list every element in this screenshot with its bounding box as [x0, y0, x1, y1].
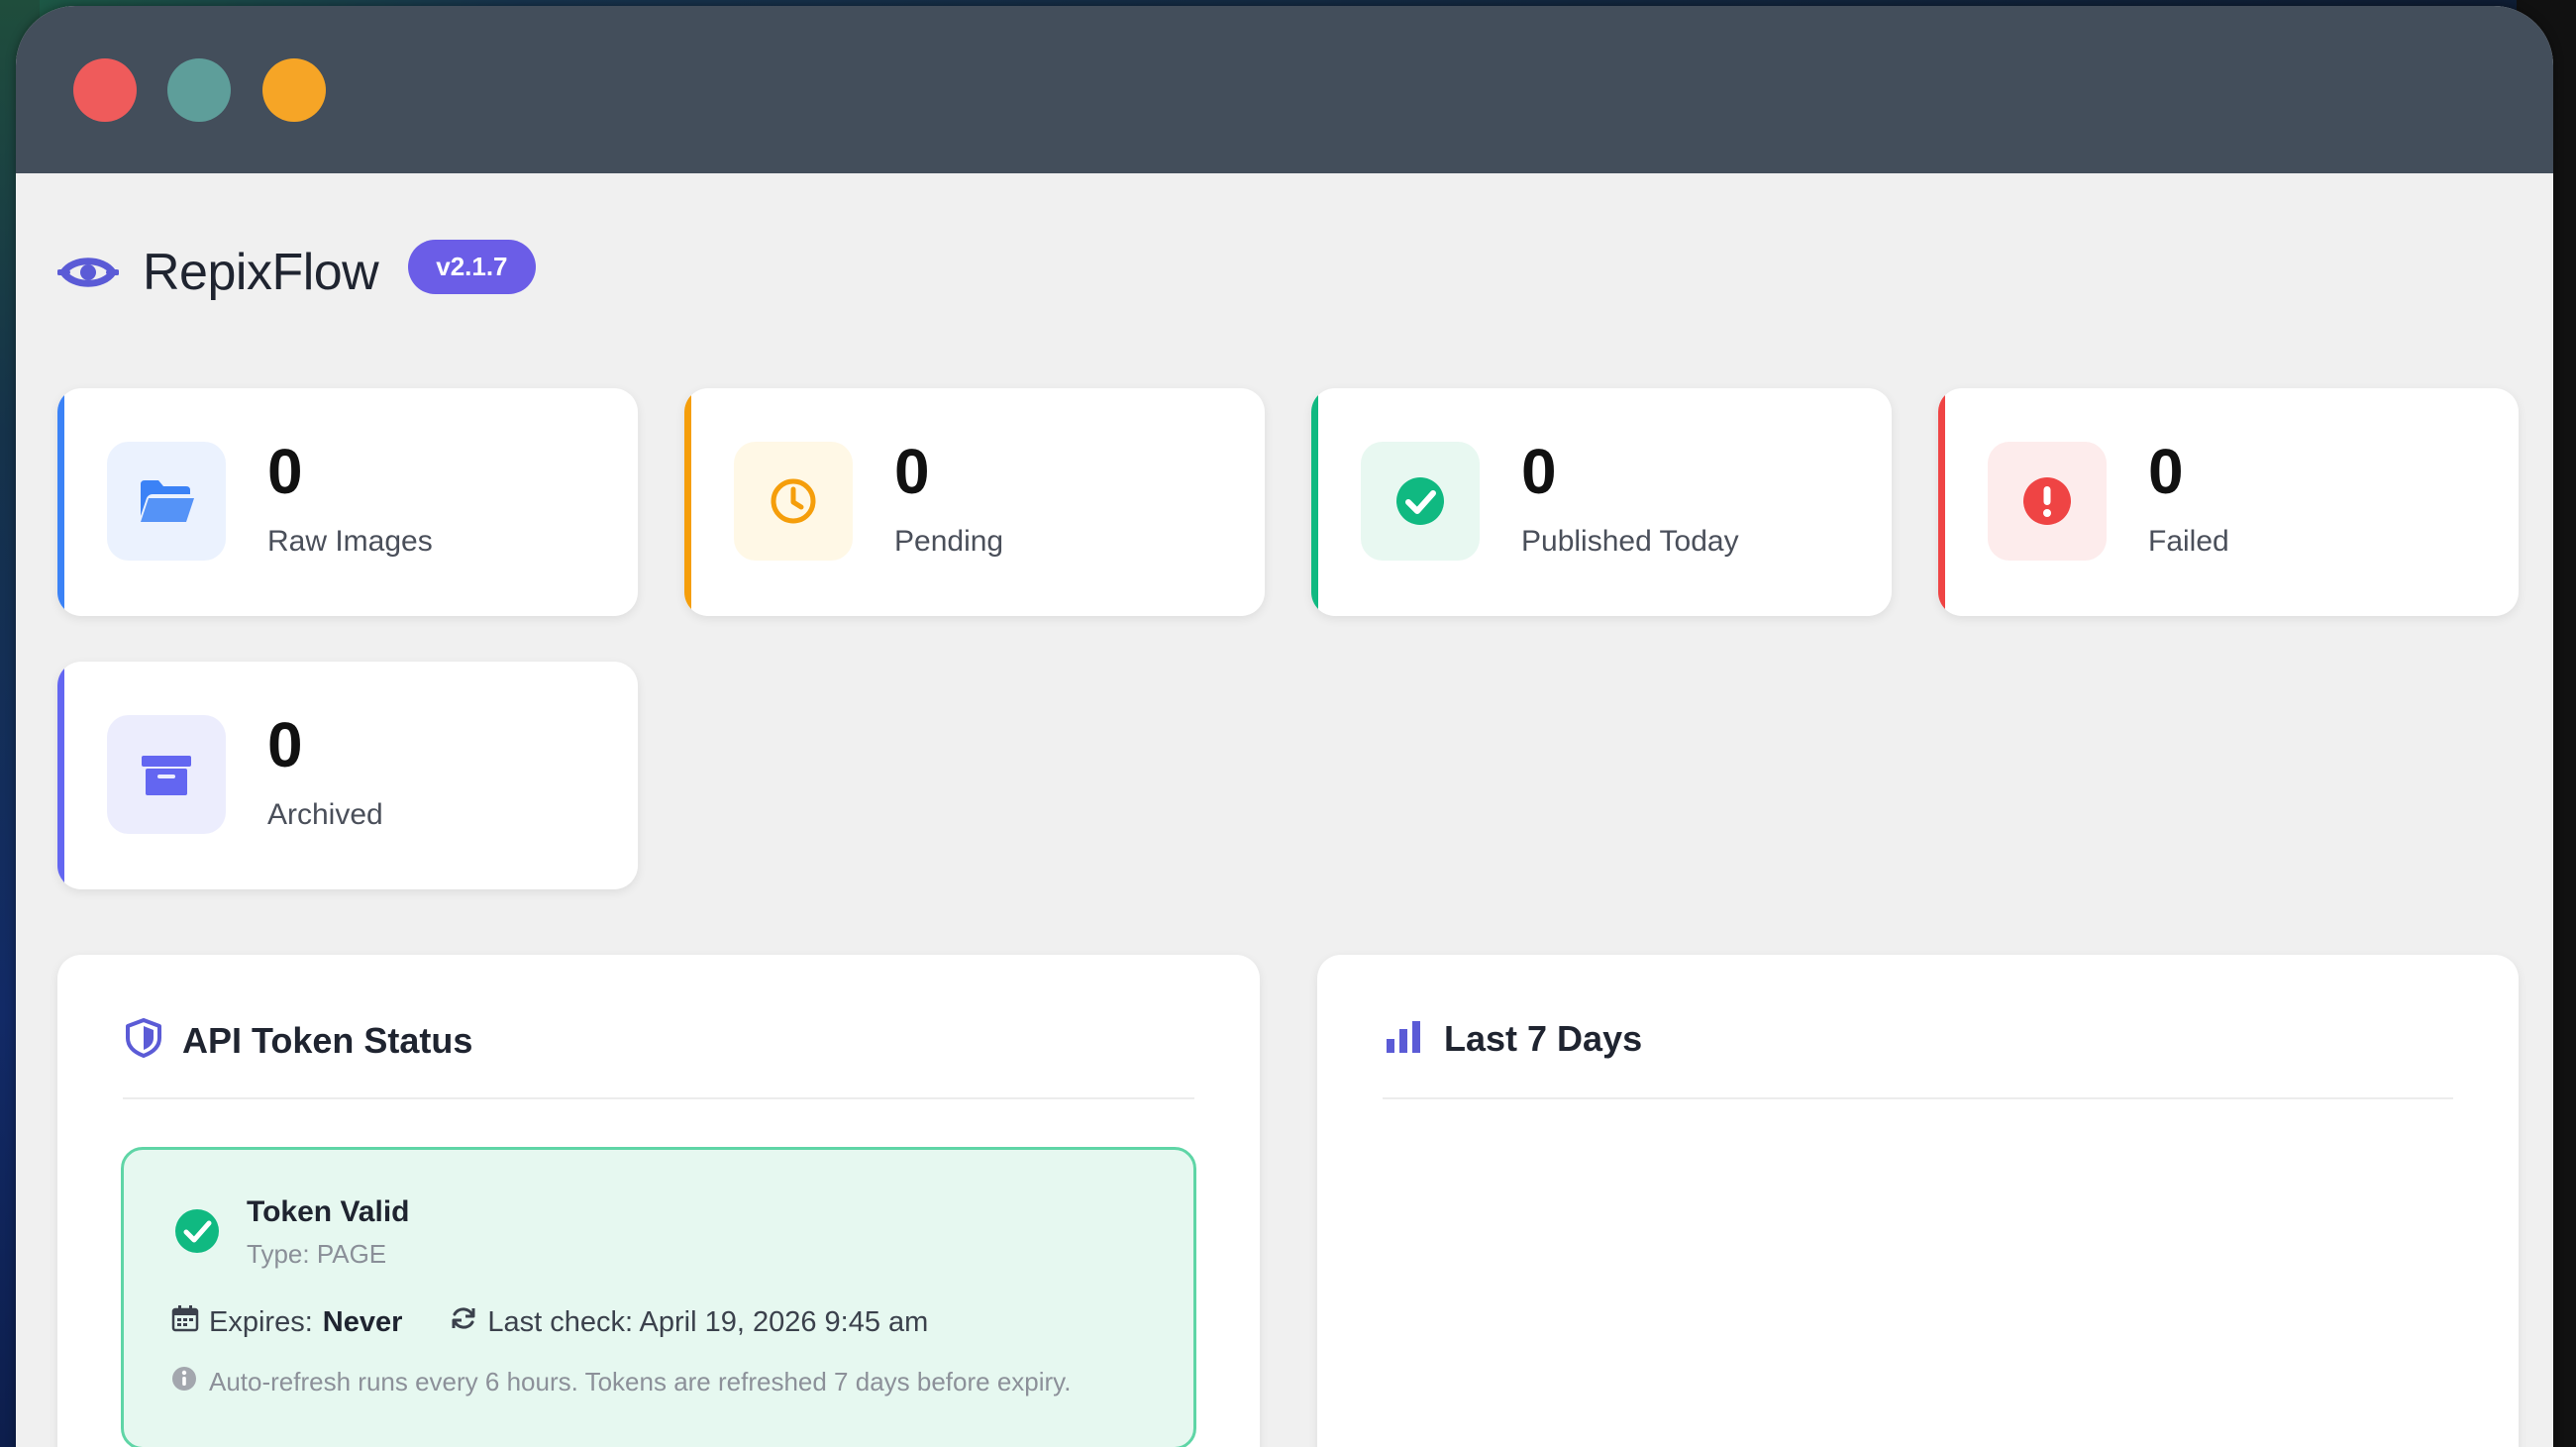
card-accent-bar	[1938, 388, 1945, 616]
stat-card-failed[interactable]: 0 Failed	[1938, 388, 2519, 616]
window-titlebar	[16, 6, 2553, 173]
panel-title: Last 7 Days	[1444, 1018, 1643, 1059]
expires-value: Never	[322, 1305, 403, 1338]
stat-label: Archived	[267, 798, 383, 831]
stat-label: Failed	[2148, 525, 2229, 558]
stat-value: 0	[267, 709, 303, 780]
archive-box-icon	[107, 715, 226, 834]
stat-label: Pending	[894, 525, 1004, 558]
stat-label: Raw Images	[267, 525, 433, 558]
panel-title: API Token Status	[182, 1019, 473, 1061]
expires-label: Expires:	[209, 1305, 313, 1338]
stat-value: 0	[267, 436, 303, 507]
clock-icon	[734, 442, 853, 561]
refresh-icon	[450, 1304, 477, 1340]
token-status-box: Token Valid Type: PAGE Expires: Never La…	[121, 1147, 1196, 1447]
token-note: Auto-refresh runs every 6 hours. Tokens …	[171, 1366, 1071, 1398]
alert-circle-icon	[1988, 442, 2107, 561]
shield-icon	[125, 1018, 162, 1063]
version-badge: v2.1.7	[408, 239, 536, 294]
panel-divider	[1383, 1097, 2453, 1099]
stat-card-pending[interactable]: 0 Pending	[684, 388, 1265, 616]
stat-label: Published Today	[1521, 525, 1739, 558]
eye-logo-icon	[57, 242, 119, 303]
panel-header: Last 7 Days	[1385, 1018, 1642, 1060]
stat-card-archived[interactable]: 0 Archived	[57, 662, 638, 889]
card-accent-bar	[57, 662, 64, 889]
last-check-text: Last check: April 19, 2026 9:45 am	[487, 1305, 929, 1338]
app-header: RepixFlow v2.1.7	[57, 239, 536, 303]
maximize-window-button[interactable]	[262, 58, 326, 122]
panel-divider	[123, 1097, 1194, 1099]
last-7-days-panel: Last 7 Days	[1317, 955, 2519, 1447]
stat-value: 0	[2148, 436, 2184, 507]
card-accent-bar	[1311, 388, 1318, 616]
app-name: RepixFlow	[143, 244, 379, 301]
app-window: RepixFlow v2.1.7 0 Raw Images 0 Pending	[16, 6, 2553, 1447]
token-note-text: Auto-refresh runs every 6 hours. Tokens …	[209, 1367, 1072, 1396]
stat-card-published-today[interactable]: 0 Published Today	[1311, 388, 1892, 616]
minimize-window-button[interactable]	[167, 58, 231, 122]
stat-card-raw-images[interactable]: 0 Raw Images	[57, 388, 638, 616]
token-status-title: Token Valid	[247, 1195, 410, 1228]
card-accent-bar	[57, 388, 64, 616]
token-type: Type: PAGE	[247, 1239, 387, 1269]
close-window-button[interactable]	[73, 58, 137, 122]
stat-value: 0	[894, 436, 930, 507]
info-icon	[171, 1366, 197, 1398]
panel-header: API Token Status	[125, 1018, 472, 1063]
token-meta-row: Expires: Never Last check: April 19, 202…	[171, 1304, 928, 1340]
card-accent-bar	[684, 388, 691, 616]
check-circle-icon	[1361, 442, 1480, 561]
stat-value: 0	[1521, 436, 1557, 507]
folder-open-icon	[107, 442, 226, 561]
calendar-icon	[171, 1304, 199, 1340]
api-token-panel: API Token Status Token Valid Type: PAGE	[57, 955, 1260, 1447]
check-circle-icon	[173, 1207, 221, 1260]
bar-chart-icon	[1385, 1019, 1424, 1060]
